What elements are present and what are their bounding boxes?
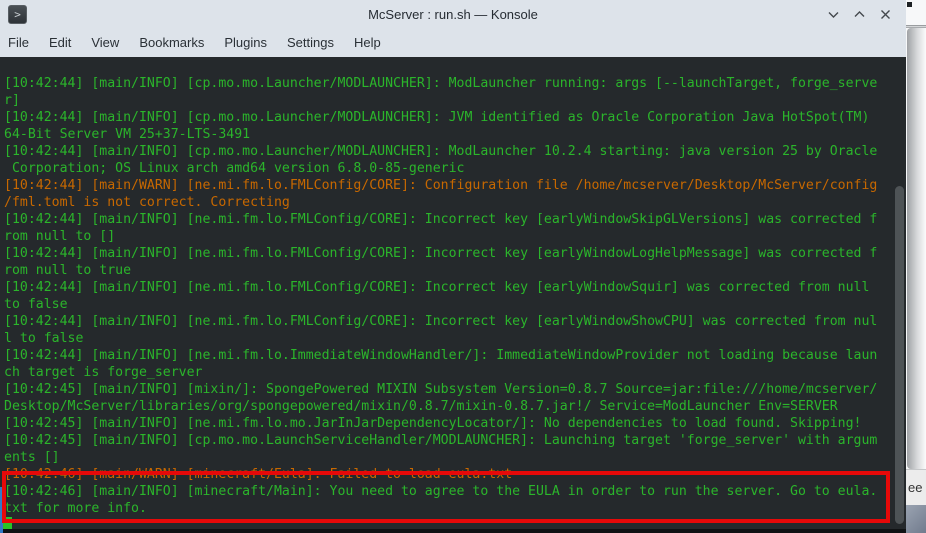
background-window-label: ee <box>906 469 926 505</box>
log-line: [10:42:44] [main/INFO] [ne.mi.fm.lo.Imme… <box>4 348 878 363</box>
log-line: l to false <box>4 331 84 346</box>
maximize-button[interactable] <box>853 8 866 21</box>
terminal-output[interactable]: [10:42:44] [main/INFO] [cp.mo.mo.Launche… <box>0 57 906 533</box>
log-line: 64-Bit Server VM 25+37-LTS-3491 <box>4 127 251 142</box>
window-header: > McServer : run.sh — Konsole File Edit … <box>0 0 906 57</box>
log-line: [10:42:45] [main/INFO] [cp.mo.mo.LaunchS… <box>4 433 878 448</box>
konsole-window: > McServer : run.sh — Konsole File Edit … <box>0 0 906 533</box>
menu-help[interactable]: Help <box>346 28 389 57</box>
log-line: [10:42:44] [main/INFO] [ne.mi.fm.lo.FMLC… <box>4 212 878 227</box>
log-line: ch target is forge_server <box>4 365 203 380</box>
window-bottom-edge <box>0 529 906 533</box>
background-window-scrollbar <box>907 28 926 469</box>
menu-bar: File Edit View Bookmarks Plugins Setting… <box>0 28 389 57</box>
log-line: rom null to true <box>4 263 132 278</box>
terminal-scrollbar[interactable] <box>893 57 905 533</box>
chevron-down-icon <box>827 8 840 21</box>
log-line: [10:42:44] [main/INFO] [cp.mo.mo.Launche… <box>4 110 870 125</box>
log-line: [10:42:46] [main/WARN] [minecraft/Eula]:… <box>4 467 513 482</box>
background-window-mark <box>907 2 912 7</box>
terminal-prompt-icon: > <box>14 8 21 21</box>
log-line: to false <box>4 297 68 312</box>
menu-settings[interactable]: Settings <box>279 28 342 57</box>
log-line: Corporation; OS Linux arch amd64 version… <box>4 161 465 176</box>
log-line: /fml.toml is not correct. Correcting <box>4 195 290 210</box>
background-window-corner <box>906 505 926 533</box>
log-line: [10:42:44] [main/INFO] [cp.mo.mo.Launche… <box>4 144 878 159</box>
close-icon <box>879 8 892 21</box>
log-line: [10:42:45] [main/INFO] [mixin/]: SpongeP… <box>4 382 878 397</box>
log-line: Desktop/McServer/libraries/org/spongepow… <box>4 399 838 414</box>
close-button[interactable] <box>879 8 892 21</box>
desktop-screen: > McServer : run.sh — Konsole File Edit … <box>0 0 926 533</box>
scrollbar-thumb[interactable] <box>895 186 904 524</box>
log-line: [10:42:46] [main/INFO] [minecraft/Main]:… <box>4 484 878 499</box>
log-line: [10:42:44] [main/INFO] [ne.mi.fm.lo.FMLC… <box>4 314 878 329</box>
menu-plugins[interactable]: Plugins <box>216 28 275 57</box>
log-line: r] <box>4 93 20 108</box>
menu-file[interactable]: File <box>0 28 37 57</box>
chevron-up-icon <box>853 8 866 21</box>
log-line: [10:42:45] [main/INFO] [ne.mi.fm.lo.mo.J… <box>4 416 862 431</box>
log-line: ents [] <box>4 450 60 465</box>
log-line: txt for more info. <box>4 501 147 516</box>
window-controls <box>827 0 892 28</box>
window-title: McServer : run.sh — Konsole <box>368 6 538 22</box>
log-line: [10:42:44] [main/WARN] [ne.mi.fm.lo.FMLC… <box>4 178 878 193</box>
background-window-strip[interactable]: ee <box>906 0 926 533</box>
log-line: [10:42:44] [main/INFO] [ne.mi.fm.lo.FMLC… <box>4 280 870 295</box>
minimize-button[interactable] <box>827 8 840 21</box>
konsole-app-icon[interactable]: > <box>8 5 27 24</box>
menu-view[interactable]: View <box>83 28 127 57</box>
menu-bookmarks[interactable]: Bookmarks <box>131 28 212 57</box>
menu-edit[interactable]: Edit <box>41 28 79 57</box>
terminal-lines: [10:42:44] [main/INFO] [cp.mo.mo.Launche… <box>0 57 906 517</box>
scroll-position-indicator <box>0 487 3 533</box>
log-line: [10:42:44] [main/INFO] [ne.mi.fm.lo.FMLC… <box>4 246 878 261</box>
log-line: [10:42:44] [main/INFO] [cp.mo.mo.Launche… <box>4 76 878 91</box>
title-bar[interactable]: > McServer : run.sh — Konsole <box>0 0 906 28</box>
log-line: rom null to [] <box>4 229 116 244</box>
